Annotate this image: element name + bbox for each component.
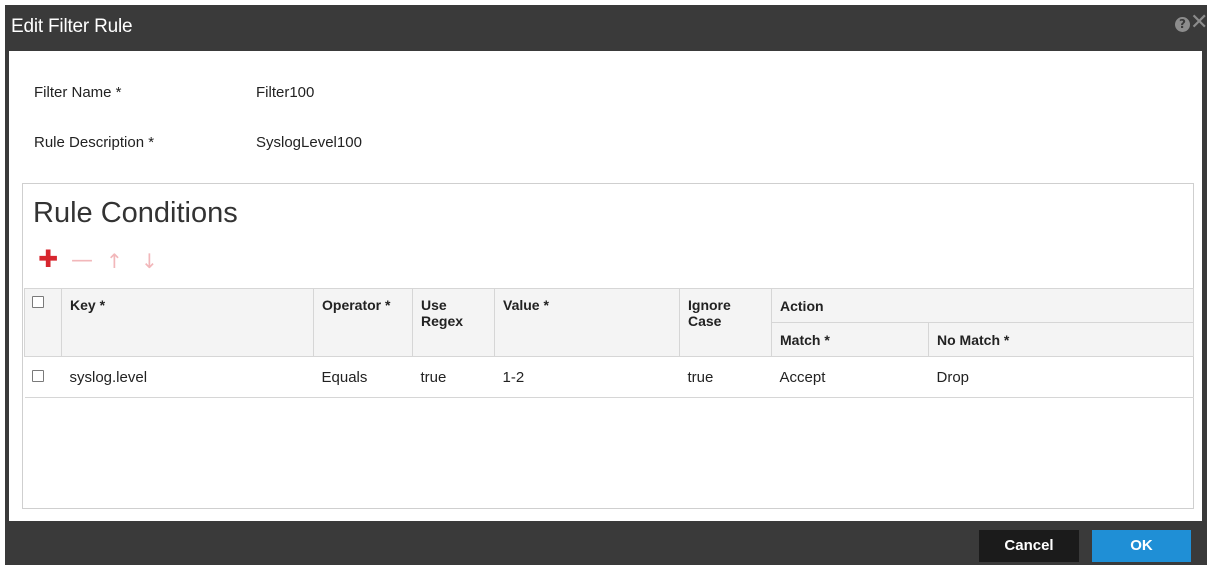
cell-operator[interactable]: Equals — [313, 356, 413, 398]
column-header-value[interactable]: Value * — [494, 288, 680, 357]
cell-use-regex[interactable]: true — [412, 356, 495, 398]
dialog-body: Filter Name * Filter100 Rule Description… — [9, 51, 1202, 521]
cell-match[interactable]: Accept — [771, 356, 929, 398]
column-header-key[interactable]: Key * — [61, 288, 314, 357]
ok-button[interactable]: OK — [1092, 530, 1191, 562]
select-all-cell — [24, 288, 62, 357]
close-icon[interactable]: ✕ — [1190, 11, 1207, 35]
rule-conditions-title: Rule Conditions — [33, 197, 238, 229]
filter-name-value: Filter100 — [256, 84, 315, 101]
cell-no-match[interactable]: Drop — [928, 356, 1194, 398]
dialog-footer: Cancel OK — [5, 521, 1207, 565]
move-down-icon[interactable]: ↓ — [141, 250, 158, 272]
conditions-table: Key * Operator * Use Regex Value * Ignor… — [24, 288, 1194, 398]
column-header-match[interactable]: Match * — [771, 322, 929, 357]
column-header-operator[interactable]: Operator * — [313, 288, 413, 357]
dialog-title: Edit Filter Rule — [11, 16, 133, 37]
cell-ignore-case[interactable]: true — [679, 356, 772, 398]
column-header-ignore-case[interactable]: Ignore Case — [679, 288, 772, 357]
column-header-action: Action — [771, 288, 1194, 323]
edit-filter-rule-dialog: Edit Filter Rule ? ✕ Filter Name * Filte… — [5, 5, 1207, 565]
help-icon[interactable]: ? — [1175, 17, 1190, 32]
rule-conditions-panel: Rule Conditions ✚ — ↑ ↓ Key * Operator *… — [22, 183, 1194, 509]
cancel-button[interactable]: Cancel — [979, 530, 1079, 562]
dialog-titlebar: Edit Filter Rule ? ✕ — [5, 5, 1207, 51]
rule-description-value: SyslogLevel100 — [256, 134, 362, 151]
filter-name-label: Filter Name * — [34, 84, 122, 101]
cell-key[interactable]: syslog.level — [61, 356, 314, 398]
cell-value[interactable]: 1-2 — [494, 356, 680, 398]
row-checkbox[interactable] — [31, 369, 44, 382]
column-header-no-match[interactable]: No Match * — [928, 322, 1194, 357]
select-all-checkbox[interactable] — [32, 296, 44, 308]
row-select-cell — [24, 356, 62, 398]
table-row[interactable]: syslog.level Equals true 1-2 true Accept… — [24, 356, 1194, 398]
column-header-use-regex[interactable]: Use Regex — [412, 288, 495, 357]
rule-description-label: Rule Description * — [34, 134, 155, 151]
move-up-icon[interactable]: ↑ — [106, 250, 123, 272]
add-condition-icon[interactable]: ✚ — [38, 247, 58, 271]
remove-condition-icon[interactable]: — — [71, 250, 93, 272]
